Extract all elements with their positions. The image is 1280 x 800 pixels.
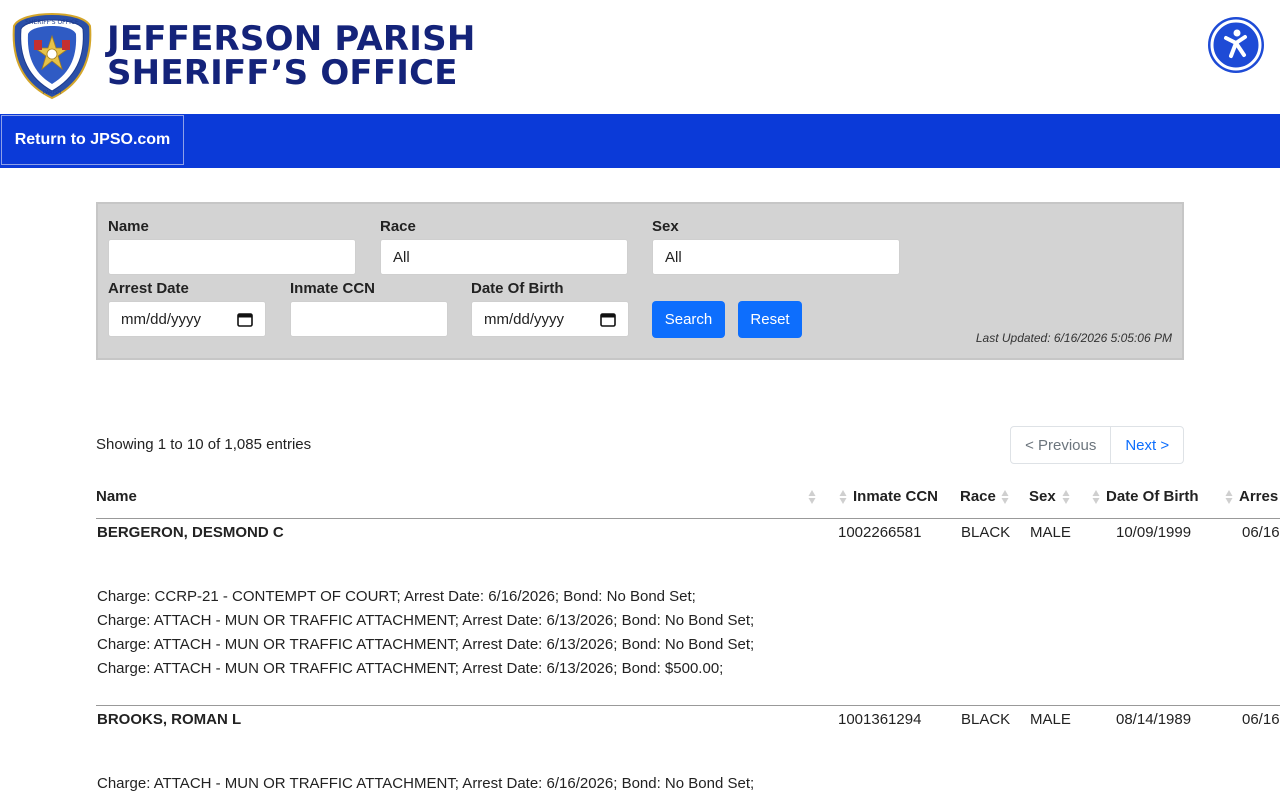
sex-label: Sex [652,218,679,235]
arrest-date-input[interactable]: mm/dd/yyyy [108,301,266,337]
row-2-dob: 08/14/1989 [1116,711,1192,728]
arrest-date-placeholder: mm/dd/yyyy [121,310,202,328]
site-brand: JEFFERSON PARISH SHERIFF’S OFFICE [107,22,476,90]
row-2-race: BLACK [961,711,1011,728]
name-input[interactable] [108,239,356,275]
column-header-race[interactable]: Race [960,488,996,505]
column-header-sex[interactable]: Sex [1029,488,1056,505]
row-1-arrest-date: 06/16 [1242,524,1280,541]
entries-info: Showing 1 to 10 of 1,085 entries [96,436,312,453]
brand-line-2: SHERIFF’S OFFICE [107,53,458,93]
calendar-icon[interactable] [600,312,616,327]
dob-input[interactable]: mm/dd/yyyy [471,301,629,337]
sort-icon[interactable] [808,489,816,505]
row-2-name[interactable]: BROOKS, ROMAN L [97,711,241,728]
race-select-value: All [393,248,410,266]
logo-text-top: SHERIFF'S OFFICE [25,19,79,26]
sex-select[interactable]: All [652,239,900,275]
column-header-arrest-date[interactable]: Arres [1239,488,1278,505]
dob-placeholder: mm/dd/yyyy [484,310,565,328]
sort-icon[interactable] [1001,489,1009,505]
row-1-charge-3: Charge: ATTACH - MUN OR TRAFFIC ATTACHME… [97,636,755,653]
ccn-input[interactable] [290,301,448,337]
pagination: < Previous Next > [1010,426,1184,464]
name-label: Name [108,218,149,235]
site-header: SHERIFF'S OFFICE PARISH JEFFERSON PARISH… [0,0,1280,114]
row-1-race: BLACK [961,524,1011,541]
column-header-ccn[interactable]: Inmate CCN [853,488,938,505]
header-divider [96,518,1280,519]
previous-page-button[interactable]: < Previous [1011,427,1112,463]
sort-icon[interactable] [839,489,847,505]
row-2-arrest-date: 06/16 [1242,711,1280,728]
calendar-icon[interactable] [237,312,253,327]
row-2-sex: MALE [1030,711,1071,728]
arrest-date-label: Arrest Date [108,280,189,297]
nav-bar: Return to JPSO.com [0,114,1280,168]
row-1-dob: 10/09/1999 [1116,524,1192,541]
logo-text-bottom: PARISH [43,90,61,96]
last-updated-text: Last Updated: 6/16/2026 5:05:06 PM [975,331,1172,345]
race-label: Race [380,218,416,235]
row-1-sex: MALE [1030,524,1071,541]
ccn-label: Inmate CCN [290,280,376,297]
brand-line-1: JEFFERSON PARISH [107,19,476,59]
sheriff-badge-icon: SHERIFF'S OFFICE PARISH [12,12,92,100]
column-header-dob[interactable]: Date Of Birth [1106,488,1199,505]
sex-select-value: All [665,248,682,266]
row-divider [96,705,1280,706]
search-button[interactable]: Search [652,301,725,338]
row-2-ccn: 1001361294 [838,711,922,728]
race-select[interactable]: All [380,239,628,275]
row-1-charge-2: Charge: ATTACH - MUN OR TRAFFIC ATTACHME… [97,612,755,629]
return-to-jpso-link[interactable]: Return to JPSO.com [1,115,184,165]
search-filters-panel: Name Race All Sex All Arrest Date mm/dd/… [96,202,1184,360]
accessibility-icon[interactable] [1207,16,1265,74]
sort-icon[interactable] [1062,489,1070,505]
sort-icon[interactable] [1225,489,1233,505]
dob-label: Date Of Birth [471,280,564,297]
next-page-button[interactable]: Next > [1111,427,1183,463]
row-2-charge-1: Charge: ATTACH - MUN OR TRAFFIC ATTACHME… [97,775,755,792]
row-1-charge-4: Charge: ATTACH - MUN OR TRAFFIC ATTACHME… [97,660,724,677]
column-header-name[interactable]: Name [96,488,137,505]
sort-icon[interactable] [1092,489,1100,505]
row-1-name[interactable]: BERGERON, DESMOND C [97,524,284,541]
reset-button[interactable]: Reset [738,301,802,338]
row-1-ccn: 1002266581 [838,524,922,541]
row-1-charge-1: Charge: CCRP-21 - CONTEMPT OF COURT; Arr… [97,588,696,605]
